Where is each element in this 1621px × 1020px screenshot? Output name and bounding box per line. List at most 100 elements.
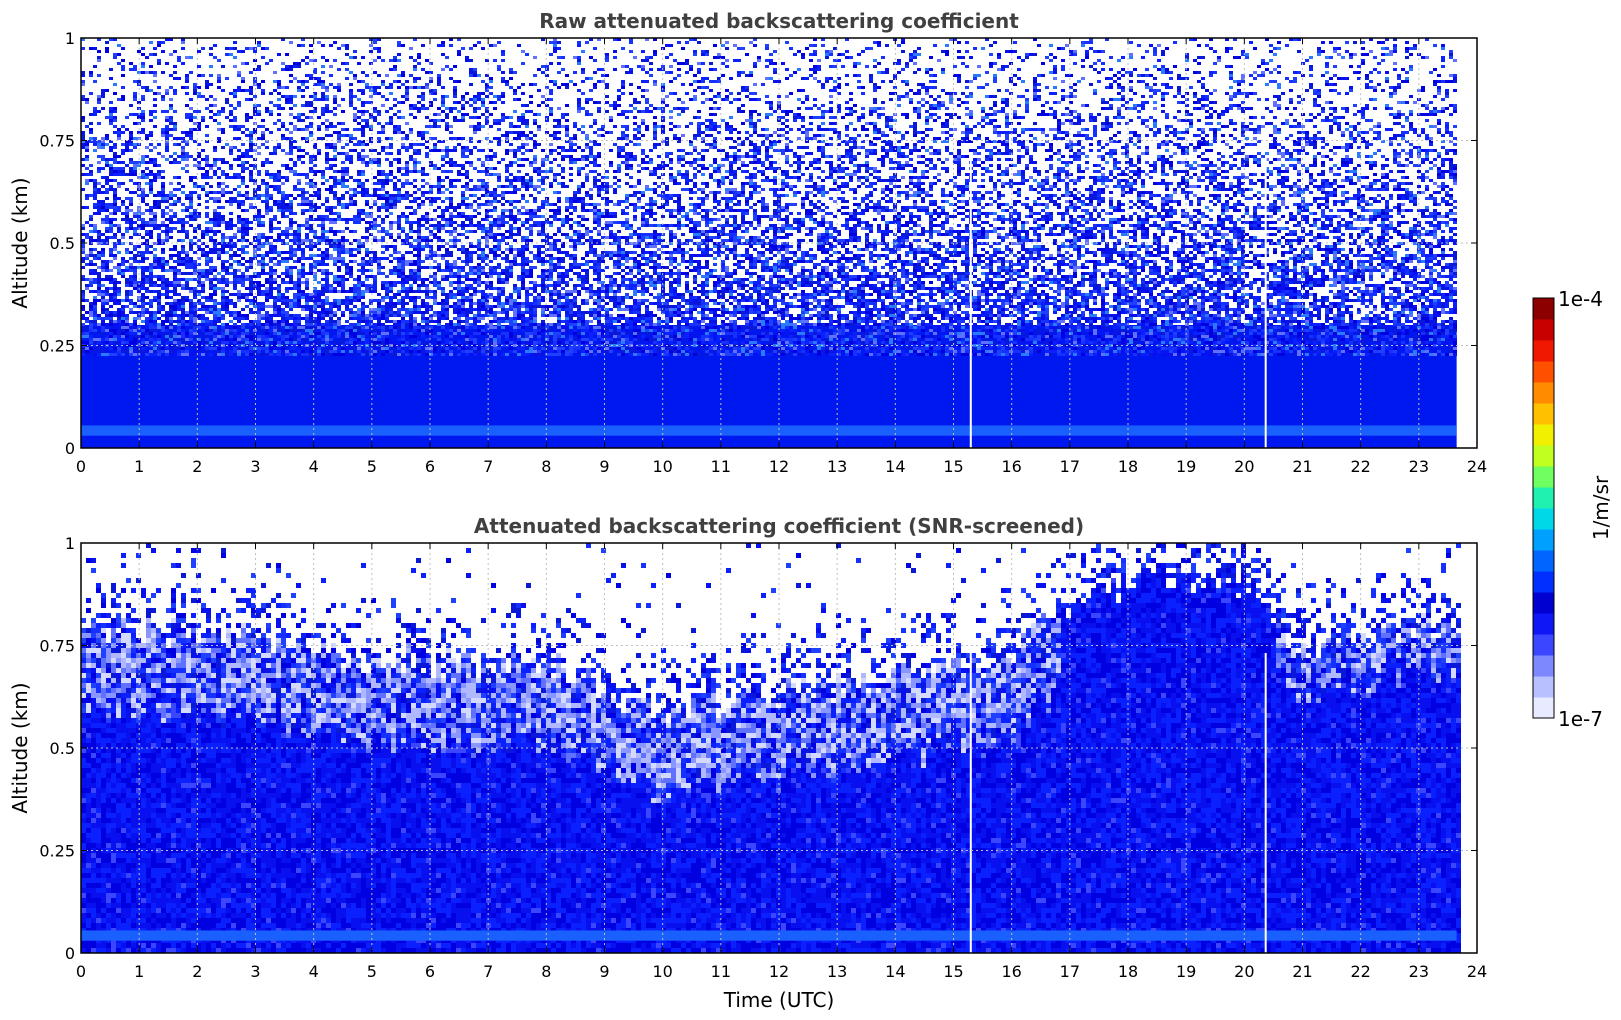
raw-speckle-cell (1013, 128, 1017, 131)
raw-speckle-cell (1073, 83, 1077, 86)
raw-speckle-cell (1181, 152, 1185, 155)
raw-speckle-cell (685, 173, 689, 176)
raw-speckle-cell (821, 149, 825, 152)
raw-speckle-cell (565, 119, 569, 122)
raw-speckle-cell (301, 137, 305, 140)
raw-speckle-cell (873, 131, 877, 134)
raw-speckle-cell (593, 47, 597, 50)
raw-speckle-cell (1045, 158, 1049, 161)
raw-speckle-cell (1021, 131, 1025, 134)
raw-speckle-cell (141, 158, 145, 161)
raw-speckle-cell (1137, 170, 1141, 173)
raw-speckle-cell (829, 164, 833, 167)
raw-speckle-cell (1445, 80, 1449, 83)
raw-speckle-cell (105, 47, 109, 50)
raw-speckle-cell (157, 41, 161, 44)
raw-speckle-cell (85, 146, 89, 149)
raw-speckle-cell (641, 95, 645, 98)
raw-speckle-cell (909, 164, 913, 167)
raw-speckle-cell (513, 161, 517, 164)
raw-speckle-cell (1097, 143, 1101, 146)
raw-speckle-cell (409, 170, 413, 173)
raw-speckle-cell (693, 167, 697, 170)
raw-speckle-cell (501, 158, 505, 161)
raw-speckle-cell (1209, 170, 1213, 173)
raw-speckle-cell (357, 98, 361, 101)
raw-speckle-cell (881, 149, 885, 152)
raw-speckle-cell (377, 179, 381, 182)
raw-speckle-cell (513, 131, 517, 134)
raw-speckle-cell (297, 179, 301, 182)
raw-speckle-cell (1325, 65, 1329, 68)
raw-speckle-cell (757, 113, 761, 116)
raw-speckle-cell (769, 62, 773, 65)
raw-speckle-cell (1405, 131, 1409, 134)
raw-speckle-cell (561, 167, 565, 170)
raw-speckle-cell (901, 155, 905, 158)
raw-speckle-cell (757, 149, 761, 152)
raw-speckle-cell (261, 143, 265, 146)
raw-speckle-cell (969, 56, 973, 59)
raw-speckle-cell (89, 137, 93, 140)
raw-speckle-cell (1017, 122, 1021, 125)
raw-speckle-cell (397, 131, 401, 134)
raw-speckle-cell (677, 137, 681, 140)
raw-speckle-cell (625, 128, 629, 131)
raw-speckle-cell (413, 167, 417, 170)
raw-speckle-cell (585, 41, 589, 44)
raw-speckle-cell (733, 59, 737, 62)
raw-speckle-cell (453, 107, 457, 110)
raw-speckle-cell (1209, 74, 1213, 77)
raw-speckle-cell (1061, 113, 1065, 116)
raw-speckle-cell (281, 107, 285, 110)
raw-speckle-cell (1369, 155, 1373, 158)
raw-speckle-cell (281, 68, 285, 71)
raw-speckle-cell (413, 65, 417, 68)
raw-speckle-cell (469, 104, 473, 107)
raw-speckle-cell (689, 98, 693, 101)
raw-speckle-cell (193, 164, 197, 167)
raw-speckle-cell (993, 77, 997, 80)
raw-speckle-cell (113, 143, 117, 146)
raw-speckle-cell (1269, 173, 1273, 176)
raw-speckle-cell (1389, 92, 1393, 95)
raw-speckle-cell (457, 179, 461, 182)
raw-speckle-cell (1025, 128, 1029, 131)
raw-speckle-cell (309, 125, 313, 128)
raw-speckle-cell (745, 131, 749, 134)
raw-speckle-cell (693, 161, 697, 164)
raw-speckle-cell (1417, 155, 1421, 158)
raw-speckle-cell (325, 107, 329, 110)
raw-speckle-cell (817, 161, 821, 164)
raw-speckle-cell (321, 56, 325, 59)
raw-speckle-cell (1297, 125, 1301, 128)
raw-speckle-cell (869, 113, 873, 116)
raw-speckle-cell (165, 131, 169, 134)
raw-speckle-cell (185, 164, 189, 167)
raw-speckle-cell (1217, 122, 1221, 125)
raw-speckle-cell (145, 176, 149, 179)
raw-speckle-cell (445, 152, 449, 155)
raw-speckle-cell (1241, 80, 1245, 83)
raw-speckle-cell (649, 173, 653, 176)
raw-speckle-cell (133, 143, 137, 146)
raw-speckle-cell (641, 50, 645, 53)
raw-speckle-cell (869, 173, 873, 176)
raw-speckle-cell (1029, 176, 1033, 179)
raw-speckle-cell (1153, 65, 1157, 68)
raw-speckle-cell (177, 137, 181, 140)
raw-speckle-cell (425, 83, 429, 86)
raw-speckle-cell (745, 164, 749, 167)
raw-speckle-cell (989, 149, 993, 152)
raw-speckle-cell (929, 113, 933, 116)
raw-speckle-cell (245, 167, 249, 170)
raw-speckle-cell (897, 164, 901, 167)
raw-speckle-cell (1133, 104, 1137, 107)
raw-speckle-cell (721, 179, 725, 182)
raw-speckle-cell (1433, 68, 1437, 71)
raw-speckle-cell (1329, 131, 1333, 134)
raw-speckle-cell (501, 53, 505, 56)
raw-speckle-cell (409, 131, 413, 134)
raw-speckle-cell (353, 128, 357, 131)
raw-speckle-cell (1453, 77, 1457, 80)
